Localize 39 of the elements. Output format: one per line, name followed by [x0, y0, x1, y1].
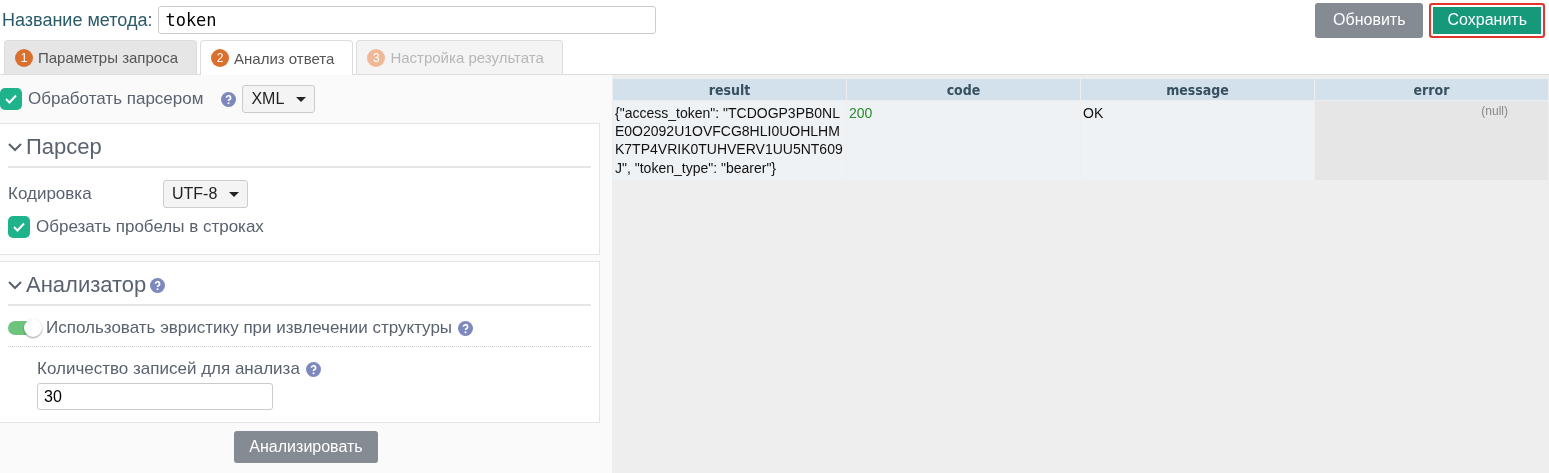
toggle-switch[interactable]	[8, 321, 40, 335]
chevron-icon[interactable]	[8, 278, 22, 292]
checkbox-label: Обработать парсером	[28, 89, 204, 109]
chevron-icon[interactable]	[8, 140, 22, 154]
caret-icon	[296, 96, 307, 102]
encoding-dropdown[interactable]: UTF-8	[163, 180, 249, 208]
checkbox[interactable]	[0, 88, 22, 110]
column-header: error	[1315, 79, 1548, 100]
column-header: message	[1081, 79, 1314, 100]
format-dropdown[interactable]: XML	[242, 85, 316, 113]
encoding-label: Кодировка	[8, 184, 93, 204]
column-header: result	[613, 79, 846, 100]
section-title: Анализатор	[26, 272, 147, 298]
table-cell: 200	[847, 101, 1080, 180]
help-icon[interactable]	[458, 320, 474, 336]
help-icon[interactable]	[150, 277, 166, 293]
checkmark-icon	[5, 94, 17, 104]
step-number: 1	[15, 48, 33, 67]
checkbox-label: Обрезать пробелы в строках	[36, 217, 264, 237]
step-number: 2	[211, 49, 229, 67]
method-name-field[interactable]: token	[158, 6, 657, 34]
tab[interactable]: 2 Анализ ответа	[200, 40, 354, 75]
method-name-label: Название метода:	[2, 9, 153, 31]
checkmark-icon	[13, 222, 25, 232]
record-count-field[interactable]: 30	[37, 383, 273, 410]
table-cell: {"access_token": "TCDOGP3PB0NLE0O2092U1OVFCG8HLI0UOHLHMK7TP4VRIK0TUHVERV1UU5NT609J", "token_type": "bearer"}	[613, 101, 846, 180]
toggle-label: Использовать эвристику при извлечении структуры	[46, 318, 453, 338]
table-cell: OK	[1081, 101, 1314, 180]
column-header: code	[847, 79, 1080, 100]
table-cell: (null)	[1315, 101, 1548, 180]
save-button[interactable]: Сохранить	[1429, 2, 1545, 38]
tab[interactable]: 1 Параметры запроса	[4, 40, 197, 74]
help-icon[interactable]	[305, 361, 321, 377]
caret-icon	[229, 191, 240, 197]
section-title: Парсер	[26, 134, 102, 160]
field-label: Количество записей для анализа	[37, 359, 300, 379]
step-number: 3	[367, 48, 386, 67]
help-icon[interactable]	[221, 91, 237, 107]
checkbox[interactable]	[8, 216, 30, 238]
